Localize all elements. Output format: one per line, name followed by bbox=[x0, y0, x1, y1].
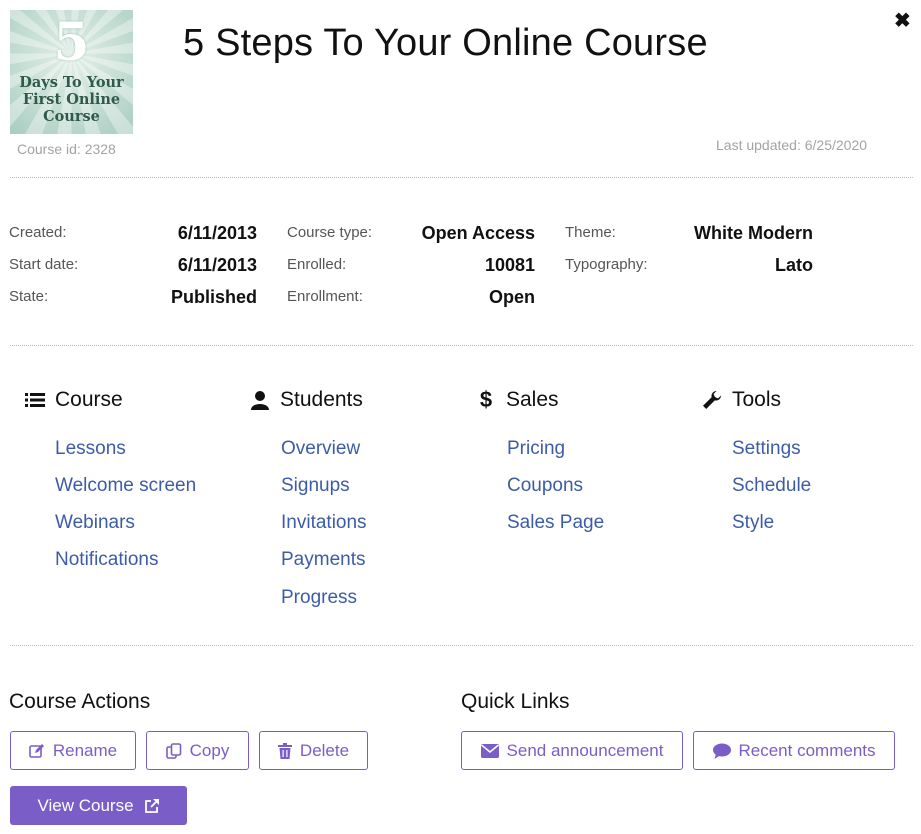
section-title: Course bbox=[55, 388, 123, 411]
nav-link-schedule[interactable]: Schedule bbox=[732, 475, 811, 497]
thumbnail-caption-line: First Online bbox=[22, 91, 121, 108]
user-icon bbox=[249, 389, 271, 411]
nav-link-welcome-screen[interactable]: Welcome screen bbox=[55, 475, 196, 497]
send-announcement-button[interactable]: Send announcement bbox=[461, 731, 683, 770]
section-title: Sales bbox=[506, 388, 559, 411]
meta-value: Open bbox=[488, 287, 535, 307]
copy-icon bbox=[165, 742, 182, 759]
nav-link-style[interactable]: Style bbox=[732, 512, 774, 534]
meta-value: 10081 bbox=[484, 255, 535, 275]
section-heading: Course bbox=[24, 388, 123, 412]
nav-link-settings[interactable]: Settings bbox=[732, 438, 801, 460]
meta-label: Theme: bbox=[565, 224, 616, 241]
quick-links-title: Quick Links bbox=[461, 690, 570, 713]
thumbnail-number: 5 bbox=[53, 12, 90, 73]
course-id: Course id: 2328 bbox=[17, 141, 116, 157]
nav-link-overview[interactable]: Overview bbox=[281, 438, 360, 460]
meta-value: White Modern bbox=[694, 223, 813, 243]
page-title: 5 Steps To Your Online Course bbox=[183, 22, 708, 64]
nav-link-notifications[interactable]: Notifications bbox=[55, 549, 159, 571]
meta-label: State: bbox=[9, 288, 49, 305]
section-title: Tools bbox=[732, 388, 782, 411]
meta-label: Typography: bbox=[565, 256, 648, 273]
nav-link-payments[interactable]: Payments bbox=[281, 549, 365, 571]
nav-link-progress[interactable]: Progress bbox=[281, 587, 357, 609]
thumbnail-caption-line: Course bbox=[43, 108, 100, 125]
nav-link-webinars[interactable]: Webinars bbox=[55, 512, 135, 534]
comment-icon bbox=[712, 743, 731, 759]
section-heading: Students bbox=[249, 388, 363, 412]
edit-icon bbox=[29, 743, 45, 759]
meta-value: 6/11/2013 bbox=[177, 255, 257, 275]
meta-label: Enrollment: bbox=[287, 288, 363, 305]
list-icon bbox=[24, 389, 46, 411]
divider bbox=[10, 177, 913, 178]
divider bbox=[10, 345, 913, 346]
meta-label: Start date: bbox=[9, 256, 79, 273]
course-thumbnail: 5 Days To Your First Online Course bbox=[10, 10, 133, 134]
copy-button[interactable]: Copy bbox=[146, 731, 249, 770]
close-icon[interactable]: ✖ bbox=[894, 8, 911, 33]
section-title: Students bbox=[280, 388, 363, 411]
section-heading: Tools bbox=[701, 388, 781, 412]
delete-label: Delete bbox=[299, 740, 350, 760]
meta-label: Enrolled: bbox=[287, 256, 347, 273]
meta-value: Open Access bbox=[421, 223, 535, 243]
wrench-icon bbox=[701, 389, 723, 411]
rename-button[interactable]: Rename bbox=[10, 731, 136, 770]
external-link-icon bbox=[144, 798, 160, 814]
rename-label: Rename bbox=[52, 740, 118, 760]
envelope-icon bbox=[480, 743, 499, 758]
course-actions-title: Course Actions bbox=[9, 690, 151, 713]
divider bbox=[10, 645, 913, 646]
copy-label: Copy bbox=[189, 740, 230, 760]
meta-label: Course type: bbox=[287, 224, 373, 241]
send-announcement-label: Send announcement bbox=[506, 740, 664, 760]
thumbnail-caption-line: Days To Your bbox=[19, 74, 124, 91]
nav-link-signups[interactable]: Signups bbox=[281, 475, 350, 497]
nav-link-pricing[interactable]: Pricing bbox=[507, 438, 565, 460]
last-updated: Last updated: 6/25/2020 bbox=[716, 137, 868, 153]
nav-link-coupons[interactable]: Coupons bbox=[507, 475, 583, 497]
recent-comments-label: Recent comments bbox=[738, 740, 876, 760]
delete-button[interactable]: Delete bbox=[259, 731, 368, 770]
nav-link-lessons[interactable]: Lessons bbox=[55, 438, 126, 460]
view-course-button[interactable]: View Course bbox=[10, 786, 187, 825]
meta-value: 6/11/2013 bbox=[177, 223, 257, 243]
trash-icon bbox=[277, 742, 292, 759]
meta-value: Published bbox=[170, 287, 257, 307]
meta-label: Created: bbox=[9, 224, 67, 241]
section-heading: $ Sales bbox=[475, 387, 559, 412]
nav-link-invitations[interactable]: Invitations bbox=[281, 512, 367, 534]
recent-comments-button[interactable]: Recent comments bbox=[693, 731, 895, 770]
meta-value: Lato bbox=[775, 255, 813, 275]
dollar-icon: $ bbox=[479, 387, 493, 412]
view-course-label: View Course bbox=[37, 795, 134, 815]
nav-link-sales-page[interactable]: Sales Page bbox=[507, 512, 604, 534]
thumbnail-caption: Days To Your First Online Course bbox=[10, 74, 133, 125]
